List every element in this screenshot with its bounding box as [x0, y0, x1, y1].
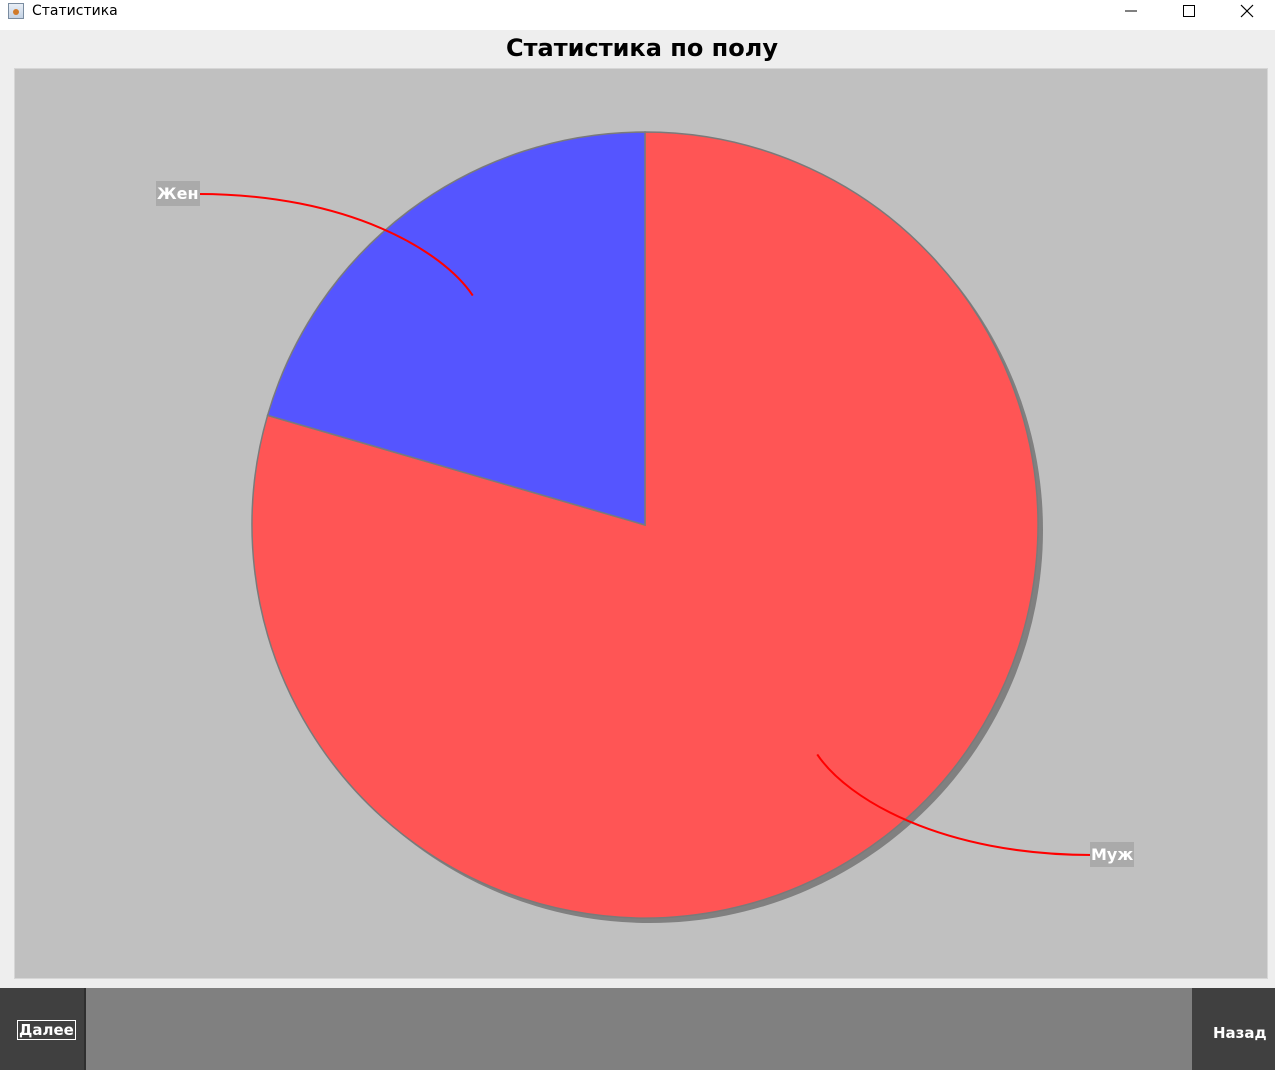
statistics-window: Статистика Статистика по полу Муж Жен Дал…: [0, 0, 1275, 1070]
minimize-button[interactable]: [1102, 0, 1160, 22]
close-icon: [1240, 4, 1254, 18]
back-button[interactable]: Назад: [1192, 988, 1275, 1070]
maximize-button[interactable]: [1160, 0, 1218, 22]
minimize-icon: [1125, 10, 1137, 12]
pie-chart: Муж Жен: [156, 131, 1134, 923]
window-titlebar: Статистика: [0, 0, 1275, 30]
pie-label-0: Муж: [1091, 845, 1133, 864]
bottom-navigation-bar: Далее Назад: [0, 988, 1275, 1070]
java-app-icon: [8, 3, 24, 19]
pie-label-1: Жен: [157, 184, 199, 203]
chart-title: Статистика по полу: [506, 34, 778, 62]
next-button[interactable]: Далее: [0, 988, 86, 1070]
maximize-icon: [1183, 5, 1195, 17]
close-button[interactable]: [1218, 0, 1275, 22]
back-button-label: Назад: [1213, 1024, 1267, 1042]
window-title: Статистика: [32, 3, 118, 19]
next-button-label: Далее: [17, 1020, 76, 1040]
pie-plot-area: Муж Жен: [14, 68, 1268, 979]
